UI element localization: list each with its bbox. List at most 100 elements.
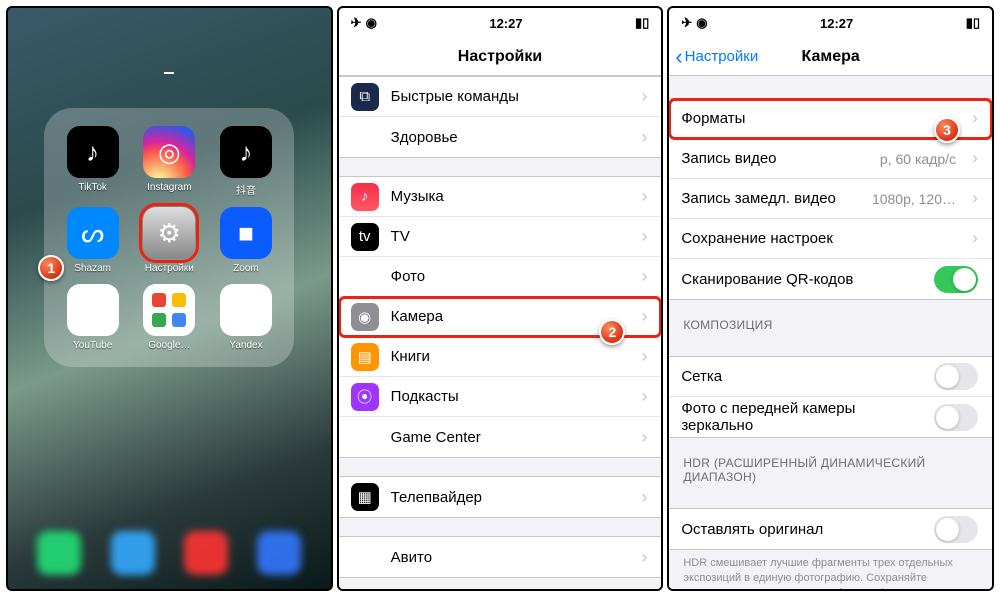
tv-icon: tv bbox=[351, 223, 379, 251]
row-label: Сохранение настроек bbox=[681, 230, 956, 247]
app-settings[interactable]: ⚙Настройки bbox=[137, 207, 202, 274]
camera-settings-list[interactable]: Форматы›3Запись видеор, 60 кадр/с›Запись… bbox=[669, 76, 992, 589]
chevron-right-icon: › bbox=[641, 306, 647, 327]
row-label: Телепвайдер bbox=[391, 489, 626, 506]
app-label: Yandex bbox=[229, 340, 262, 351]
books-icon: ▤ bbox=[351, 343, 379, 371]
section-footer: HDR смешивает лучшие фрагменты трех отде… bbox=[669, 550, 992, 589]
toggle[interactable] bbox=[934, 363, 978, 390]
chevron-right-icon: › bbox=[641, 346, 647, 367]
row-label: Музыка bbox=[391, 188, 626, 205]
panel-home-screen: ♪TikTok◎Instagram ♪ 抖音 ᔕ Shazam ⚙Настройки ■ Zo… bbox=[6, 6, 333, 591]
row-label: Сетка bbox=[681, 368, 922, 385]
chevron-right-icon: › bbox=[641, 127, 647, 148]
row-форматы[interactable]: Форматы›3 bbox=[669, 99, 992, 139]
row-камера[interactable]: ◉Камера›2 bbox=[339, 297, 662, 337]
youtube-icon: ▶ bbox=[67, 284, 119, 336]
chevron-right-icon: › bbox=[972, 108, 978, 129]
row-запись-видео[interactable]: Запись видеор, 60 кадр/с› bbox=[669, 139, 992, 179]
toggle[interactable] bbox=[934, 404, 978, 431]
status-bar: ✈◉ 12:27 ▮▯ bbox=[669, 8, 992, 38]
chevron-right-icon: › bbox=[641, 547, 647, 568]
row-фото[interactable]: ✿Фото› bbox=[339, 257, 662, 297]
app-google[interactable]: Google… bbox=[137, 284, 202, 351]
row-телепвайдер[interactable]: ▦Телепвайдер› bbox=[339, 477, 662, 517]
battery-icon: ▮▯ bbox=[635, 15, 649, 31]
back-button[interactable]: ‹ Настройки bbox=[675, 44, 758, 70]
page-title: Настройки bbox=[458, 48, 542, 66]
row-label: Подкасты bbox=[391, 388, 626, 405]
status-time: 12:27 bbox=[820, 16, 853, 31]
section-header: Композиция bbox=[669, 300, 992, 338]
row-здоровье[interactable]: ♥Здоровье› bbox=[339, 117, 662, 157]
app-label: Настройки bbox=[145, 263, 194, 274]
row-подкасты[interactable]: ⦿ Подкасты › bbox=[339, 377, 662, 417]
app-douyin[interactable]: ♪ 抖音 bbox=[214, 126, 279, 197]
section-header: HDR (РАСШИРЕННЫЙ ДИНАМИЧЕСКИЙ ДИАПАЗОН) bbox=[669, 438, 992, 490]
row-сохранение-настроек[interactable]: Сохранение настроек› bbox=[669, 219, 992, 259]
panel-settings-root: ✈◉ 12:27 ▮▯ Настройки ⧉Быстрые команды›♥… bbox=[337, 6, 664, 591]
row-label: Запись видео bbox=[681, 150, 868, 167]
chevron-right-icon: › bbox=[641, 186, 647, 207]
toggle[interactable] bbox=[934, 266, 978, 293]
row-label: Оставлять оригинал bbox=[681, 521, 922, 538]
row-label: Книги bbox=[391, 348, 626, 365]
chevron-right-icon: › bbox=[641, 226, 647, 247]
chevron-left-icon: ‹ bbox=[675, 44, 682, 70]
chevron-right-icon: › bbox=[641, 266, 647, 287]
toggle[interactable] bbox=[934, 516, 978, 543]
tvprov-icon: ▦ bbox=[351, 483, 379, 511]
shortcuts-icon: ⧉ bbox=[351, 83, 379, 111]
settings-list[interactable]: ⧉Быстрые команды›♥Здоровье›♪Музыка›tvTV›… bbox=[339, 76, 662, 589]
status-bar: ✈◉ 12:27 ▮▯ bbox=[339, 8, 662, 38]
app-label: Zoom bbox=[233, 263, 259, 274]
app-shazam[interactable]: ᔕ Shazam bbox=[60, 207, 125, 274]
page-title: Камера bbox=[802, 48, 860, 66]
zoom-icon: ■ bbox=[220, 207, 272, 259]
row-tv[interactable]: tv TV › bbox=[339, 217, 662, 257]
row-label: Авито bbox=[391, 549, 626, 566]
gc-icon: ⚙ bbox=[351, 423, 379, 451]
row-label: Здоровье bbox=[391, 129, 626, 146]
row-label: Фото bbox=[391, 268, 626, 285]
chevron-right-icon: › bbox=[641, 86, 647, 107]
row-label: Game Center bbox=[391, 429, 626, 446]
battery-icon: ▮▯ bbox=[966, 15, 980, 31]
row-label: Камера bbox=[391, 308, 626, 325]
row-фото-с-передней-камеры-зеркально[interactable]: Фото с передней камеры зеркально bbox=[669, 397, 992, 437]
app-folder[interactable]: ♪TikTok◎Instagram ♪ 抖音 ᔕ Shazam ⚙Настройки ■ Zo… bbox=[44, 108, 294, 367]
wifi-icon: ◉ bbox=[366, 15, 377, 31]
app-label: 抖音 bbox=[236, 182, 256, 197]
row-оставлять-оригинал[interactable]: Оставлять оригинал bbox=[669, 509, 992, 549]
insta-icon: ◎ bbox=[143, 126, 195, 178]
app-zoom[interactable]: ■ Zoom bbox=[214, 207, 279, 274]
app-insta[interactable]: ◎Instagram bbox=[137, 126, 202, 197]
chevron-right-icon: › bbox=[641, 386, 647, 407]
row-game-center[interactable]: ⚙ Game Center › bbox=[339, 417, 662, 457]
camera-icon: ◉ bbox=[351, 303, 379, 331]
app-youtube[interactable]: ▶ YouTube bbox=[60, 284, 125, 351]
douyin-icon: ♪ bbox=[220, 126, 272, 178]
step-badge-3: 3 bbox=[934, 117, 960, 143]
row-сканирование-qr-кодов[interactable]: Сканирование QR-кодов bbox=[669, 259, 992, 299]
podcasts-icon: ⦿ bbox=[351, 383, 379, 411]
shazam-icon: ᔕ bbox=[67, 207, 119, 259]
app-label: YouTube bbox=[73, 340, 112, 351]
app-label: Shazam bbox=[74, 263, 111, 274]
app-yandex[interactable]: YYandex bbox=[214, 284, 279, 351]
airplane-icon: ✈ bbox=[351, 15, 362, 31]
chevron-right-icon: › bbox=[641, 427, 647, 448]
app-tiktok[interactable]: ♪TikTok bbox=[60, 126, 125, 197]
row-быстрые-команды[interactable]: ⧉ Быстрые команды › bbox=[339, 77, 662, 117]
app-label: Google… bbox=[148, 340, 190, 351]
row-label: Быстрые команды bbox=[391, 88, 626, 105]
row-label: Фото с передней камеры зеркально bbox=[681, 400, 922, 434]
row-запись-замедл-видео[interactable]: Запись замедл. видео1080p, 120…› bbox=[669, 179, 992, 219]
airplane-icon: ✈ bbox=[681, 15, 692, 31]
chevron-right-icon: › bbox=[972, 188, 978, 209]
row-сетка[interactable]: Сетка bbox=[669, 357, 992, 397]
row-label: Запись замедл. видео bbox=[681, 190, 860, 207]
row-музыка[interactable]: ♪Музыка› bbox=[339, 177, 662, 217]
row-label: TV bbox=[391, 228, 626, 245]
row-авито[interactable]: ▲Авито› bbox=[339, 537, 662, 577]
